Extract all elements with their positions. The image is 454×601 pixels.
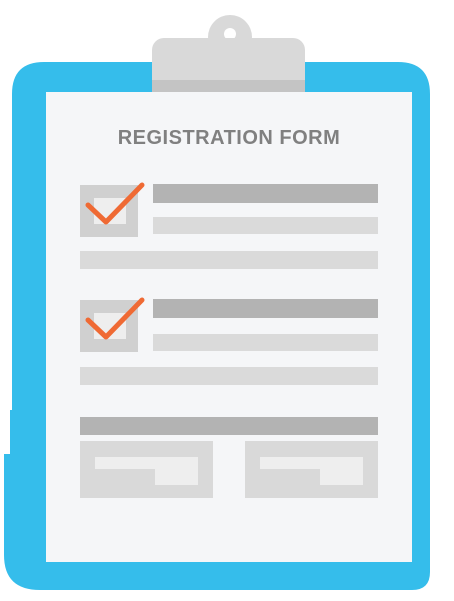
clip-icon bbox=[152, 15, 305, 92]
clipboard-icon bbox=[4, 15, 430, 590]
form-item-2 bbox=[80, 297, 378, 385]
field-line bbox=[80, 367, 378, 385]
field-line bbox=[80, 417, 378, 435]
registration-form-illustration: REGISTRATION FORM bbox=[0, 0, 454, 601]
field-line bbox=[153, 299, 378, 318]
field-line bbox=[80, 251, 378, 269]
field-line bbox=[153, 184, 378, 203]
input-box-right[interactable] bbox=[245, 441, 378, 498]
input-box-left[interactable] bbox=[80, 441, 213, 498]
form-item-1 bbox=[80, 182, 378, 269]
form-title: REGISTRATION FORM bbox=[117, 127, 341, 149]
field-line bbox=[153, 217, 378, 234]
field-line bbox=[153, 334, 378, 351]
